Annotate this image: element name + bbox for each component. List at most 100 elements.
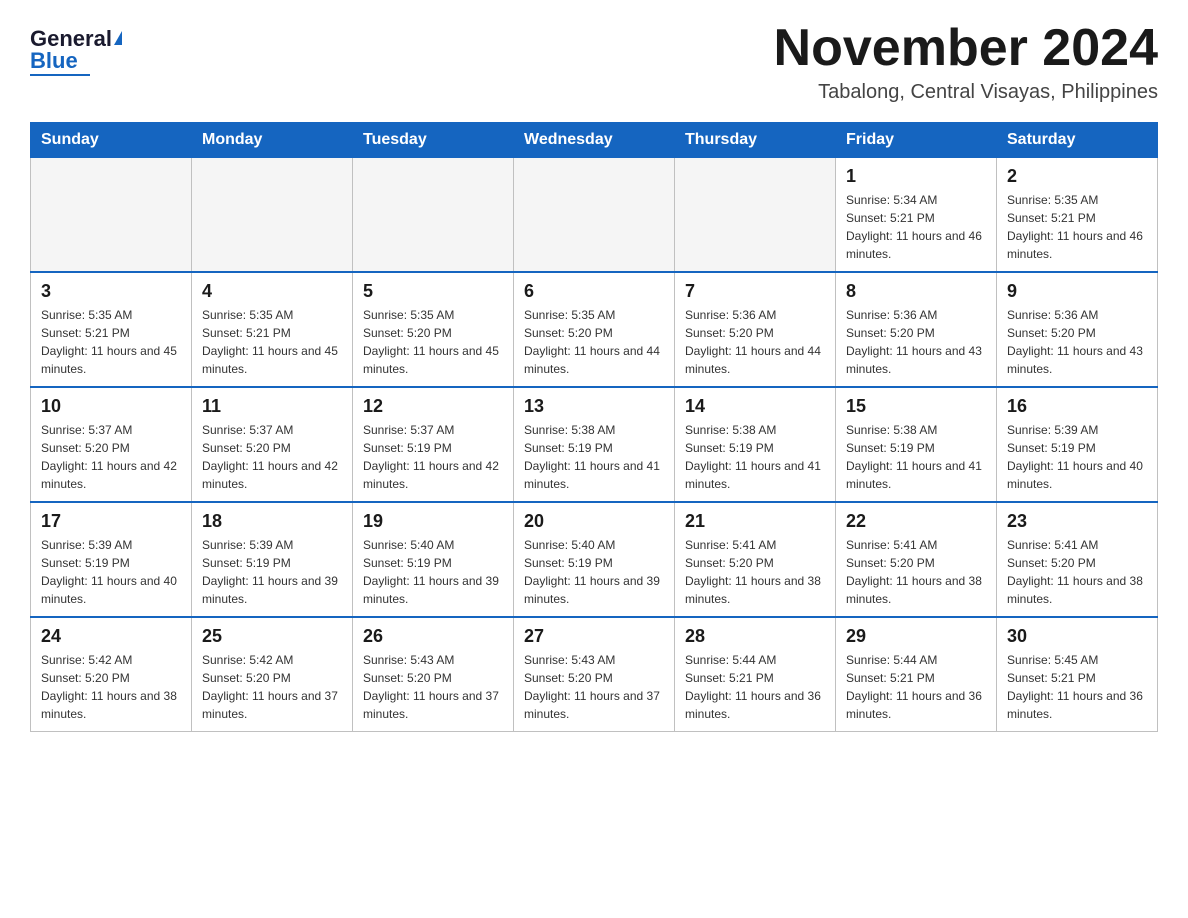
day-sun-info: Sunrise: 5:39 AMSunset: 5:19 PMDaylight:…: [41, 536, 181, 608]
day-sun-info: Sunrise: 5:36 AMSunset: 5:20 PMDaylight:…: [685, 306, 825, 378]
calendar-cell: 8 Sunrise: 5:36 AMSunset: 5:20 PMDaylight…: [836, 272, 997, 387]
logo: General Blue: [30, 28, 122, 76]
day-number: 20: [524, 511, 664, 532]
calendar-cell: 24 Sunrise: 5:42 AMSunset: 5:20 PMDayligh…: [31, 617, 192, 732]
day-number: 26: [363, 626, 503, 647]
calendar-cell: 23 Sunrise: 5:41 AMSunset: 5:20 PMDayligh…: [997, 502, 1158, 617]
day-number: 12: [363, 396, 503, 417]
calendar-cell: 12 Sunrise: 5:37 AMSunset: 5:19 PMDayligh…: [353, 387, 514, 502]
title-area: November 2024 Tabalong, Central Visayas,…: [774, 20, 1158, 104]
day-number: 4: [202, 281, 342, 302]
logo-triangle-icon: [114, 31, 122, 45]
calendar-week-row: 1 Sunrise: 5:34 AMSunset: 5:21 PMDaylight…: [31, 158, 1158, 273]
calendar-week-row: 17 Sunrise: 5:39 AMSunset: 5:19 PMDayligh…: [31, 502, 1158, 617]
calendar-cell: 20 Sunrise: 5:40 AMSunset: 5:19 PMDayligh…: [514, 502, 675, 617]
weekday-header-sunday: Sunday: [31, 123, 192, 158]
weekday-header-monday: Monday: [192, 123, 353, 158]
day-sun-info: Sunrise: 5:40 AMSunset: 5:19 PMDaylight:…: [524, 536, 664, 608]
day-sun-info: Sunrise: 5:38 AMSunset: 5:19 PMDaylight:…: [685, 421, 825, 493]
weekday-header-friday: Friday: [836, 123, 997, 158]
calendar-cell: 5 Sunrise: 5:35 AMSunset: 5:20 PMDaylight…: [353, 272, 514, 387]
month-title: November 2024: [774, 20, 1158, 77]
calendar-cell: 19Sunrise: 5:40 AMSunset: 5:19 PMDayligh…: [353, 502, 514, 617]
calendar-week-row: 24 Sunrise: 5:42 AMSunset: 5:20 PMDayligh…: [31, 617, 1158, 732]
day-sun-info: Sunrise: 5:43 AMSunset: 5:20 PMDaylight:…: [363, 651, 503, 723]
calendar-cell: 27 Sunrise: 5:43 AMSunset: 5:20 PMDayligh…: [514, 617, 675, 732]
calendar-cell: 15Sunrise: 5:38 AMSunset: 5:19 PMDayligh…: [836, 387, 997, 502]
calendar-cell: 16Sunrise: 5:39 AMSunset: 5:19 PMDayligh…: [997, 387, 1158, 502]
day-sun-info: Sunrise: 5:37 AMSunset: 5:19 PMDaylight:…: [363, 421, 503, 493]
calendar-cell: 22Sunrise: 5:41 AMSunset: 5:20 PMDayligh…: [836, 502, 997, 617]
day-number: 17: [41, 511, 181, 532]
calendar-cell: 3 Sunrise: 5:35 AMSunset: 5:21 PMDaylight…: [31, 272, 192, 387]
day-sun-info: Sunrise: 5:41 AMSunset: 5:20 PMDaylight:…: [1007, 536, 1147, 608]
day-number: 24: [41, 626, 181, 647]
weekday-header-saturday: Saturday: [997, 123, 1158, 158]
day-sun-info: Sunrise: 5:37 AMSunset: 5:20 PMDaylight:…: [41, 421, 181, 493]
weekday-header-thursday: Thursday: [675, 123, 836, 158]
calendar-cell: 25 Sunrise: 5:42 AMSunset: 5:20 PMDayligh…: [192, 617, 353, 732]
day-sun-info: Sunrise: 5:35 AMSunset: 5:20 PMDaylight:…: [363, 306, 503, 378]
calendar-cell: [31, 158, 192, 273]
day-number: 3: [41, 281, 181, 302]
day-number: 23: [1007, 511, 1147, 532]
calendar-cell: 2Sunrise: 5:35 AMSunset: 5:21 PMDaylight…: [997, 158, 1158, 273]
calendar-cell: [353, 158, 514, 273]
calendar-cell: [192, 158, 353, 273]
calendar-cell: 14 Sunrise: 5:38 AMSunset: 5:19 PMDayligh…: [675, 387, 836, 502]
day-sun-info: Sunrise: 5:45 AMSunset: 5:21 PMDaylight:…: [1007, 651, 1147, 723]
day-sun-info: Sunrise: 5:39 AMSunset: 5:19 PMDaylight:…: [1007, 421, 1147, 493]
day-sun-info: Sunrise: 5:35 AMSunset: 5:21 PMDaylight:…: [202, 306, 342, 378]
day-sun-info: Sunrise: 5:34 AMSunset: 5:21 PMDaylight:…: [846, 191, 986, 263]
calendar-cell: 13Sunrise: 5:38 AMSunset: 5:19 PMDayligh…: [514, 387, 675, 502]
day-number: 30: [1007, 626, 1147, 647]
calendar-cell: 10 Sunrise: 5:37 AMSunset: 5:20 PMDayligh…: [31, 387, 192, 502]
day-sun-info: Sunrise: 5:36 AMSunset: 5:20 PMDaylight:…: [1007, 306, 1147, 378]
calendar-cell: [675, 158, 836, 273]
logo-blue-text: Blue: [30, 50, 78, 72]
day-number: 15: [846, 396, 986, 417]
day-sun-info: Sunrise: 5:42 AMSunset: 5:20 PMDaylight:…: [41, 651, 181, 723]
calendar-week-row: 3 Sunrise: 5:35 AMSunset: 5:21 PMDaylight…: [31, 272, 1158, 387]
weekday-header-tuesday: Tuesday: [353, 123, 514, 158]
calendar-cell: [514, 158, 675, 273]
calendar-cell: 11 Sunrise: 5:37 AMSunset: 5:20 PMDayligh…: [192, 387, 353, 502]
day-sun-info: Sunrise: 5:43 AMSunset: 5:20 PMDaylight:…: [524, 651, 664, 723]
calendar-cell: 21Sunrise: 5:41 AMSunset: 5:20 PMDayligh…: [675, 502, 836, 617]
location-title: Tabalong, Central Visayas, Philippines: [774, 81, 1158, 104]
day-number: 21: [685, 511, 825, 532]
calendar-cell: 4 Sunrise: 5:35 AMSunset: 5:21 PMDaylight…: [192, 272, 353, 387]
calendar-week-row: 10 Sunrise: 5:37 AMSunset: 5:20 PMDayligh…: [31, 387, 1158, 502]
logo-underline: [30, 74, 90, 76]
day-sun-info: Sunrise: 5:36 AMSunset: 5:20 PMDaylight:…: [846, 306, 986, 378]
day-number: 11: [202, 396, 342, 417]
day-number: 1: [846, 166, 986, 187]
day-number: 10: [41, 396, 181, 417]
day-number: 9: [1007, 281, 1147, 302]
day-number: 7: [685, 281, 825, 302]
day-sun-info: Sunrise: 5:42 AMSunset: 5:20 PMDaylight:…: [202, 651, 342, 723]
day-sun-info: Sunrise: 5:44 AMSunset: 5:21 PMDaylight:…: [846, 651, 986, 723]
day-sun-info: Sunrise: 5:37 AMSunset: 5:20 PMDaylight:…: [202, 421, 342, 493]
day-number: 29: [846, 626, 986, 647]
calendar-cell: 17 Sunrise: 5:39 AMSunset: 5:19 PMDayligh…: [31, 502, 192, 617]
day-sun-info: Sunrise: 5:35 AMSunset: 5:21 PMDaylight:…: [41, 306, 181, 378]
day-sun-info: Sunrise: 5:35 AMSunset: 5:21 PMDaylight:…: [1007, 191, 1147, 263]
weekday-header-row: SundayMondayTuesdayWednesdayThursdayFrid…: [31, 123, 1158, 158]
logo-general-text: General: [30, 28, 112, 50]
day-number: 25: [202, 626, 342, 647]
day-sun-info: Sunrise: 5:35 AMSunset: 5:20 PMDaylight:…: [524, 306, 664, 378]
day-number: 8: [846, 281, 986, 302]
page-header: General Blue November 2024 Tabalong, Cen…: [30, 20, 1158, 104]
calendar-cell: 18Sunrise: 5:39 AMSunset: 5:19 PMDayligh…: [192, 502, 353, 617]
day-number: 6: [524, 281, 664, 302]
day-number: 5: [363, 281, 503, 302]
calendar-cell: 9 Sunrise: 5:36 AMSunset: 5:20 PMDaylight…: [997, 272, 1158, 387]
day-number: 14: [685, 396, 825, 417]
day-sun-info: Sunrise: 5:40 AMSunset: 5:19 PMDaylight:…: [363, 536, 503, 608]
calendar-table: SundayMondayTuesdayWednesdayThursdayFrid…: [30, 122, 1158, 732]
day-number: 28: [685, 626, 825, 647]
calendar-cell: 7 Sunrise: 5:36 AMSunset: 5:20 PMDaylight…: [675, 272, 836, 387]
calendar-cell: 1 Sunrise: 5:34 AMSunset: 5:21 PMDaylight…: [836, 158, 997, 273]
day-number: 27: [524, 626, 664, 647]
